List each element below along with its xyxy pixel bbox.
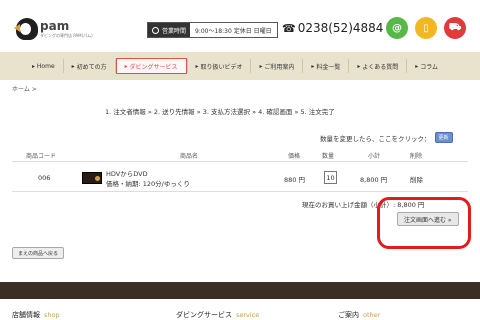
checkout-steps: 1. 注文者情報 » 2. 送り先情報 » 3. 支払方法選択 » 4. 確認画…: [105, 108, 335, 116]
footer-col-shop[interactable]: 店舗情報 shop: [12, 310, 60, 320]
qty-hint-text: 数量を変更したら、ここをクリック：: [320, 134, 431, 143]
product-subtotal: 8,800 円: [360, 176, 388, 184]
phone-number: ☎ 0238(52)4884: [282, 21, 383, 35]
delete-link[interactable]: 削除: [410, 174, 423, 184]
hours-value: 9:00～18:30 定休日 日曜日: [195, 27, 272, 35]
footer-col-title: ご案内: [338, 311, 359, 319]
update-button[interactable]: 更新: [434, 132, 453, 143]
nav-label: コラム: [420, 63, 439, 71]
hours-label: 営業時間: [148, 23, 191, 37]
site-footer: 店舗情報 shop ダビングサービス service ご案内 other: [0, 299, 480, 320]
nav-item-column[interactable]: ▸ コラム: [407, 58, 446, 74]
footer-col-other[interactable]: ご案内 other: [338, 310, 380, 320]
cart-button[interactable]: ⛟: [444, 17, 466, 39]
header-code: 商品コード: [26, 153, 57, 160]
proceed-to-order-button[interactable]: 注文画面へ進む »: [397, 212, 459, 226]
clock-icon: [152, 26, 159, 34]
brand-name: pam: [40, 19, 70, 33]
quantity-input[interactable]: 10: [324, 171, 337, 184]
nav-label: ご利用案内: [264, 63, 295, 71]
nav-label: 取り扱いビデオ: [200, 63, 243, 71]
nav-label: ダビングサービス: [129, 63, 178, 71]
quantity-update-hint: 数量を変更したら、ここをクリック： 更新: [320, 132, 453, 143]
footer-col-en: service: [236, 311, 260, 319]
telephone-icon: ☎: [282, 22, 296, 35]
cart-icon: ⛟: [448, 21, 462, 33]
footer-col-title: ダビングサービス: [176, 311, 232, 319]
header-delete: 削除: [410, 153, 423, 160]
brand-subtitle: ダビングの専門店 PAM(パム): [40, 33, 93, 38]
product-name[interactable]: HDVからDVD: [106, 168, 148, 178]
breadcrumb[interactable]: ホーム >: [12, 84, 37, 93]
product-detail: 価格・納期: 120分/ゆっくり: [106, 180, 190, 188]
nav-label: Home: [36, 62, 55, 70]
mail-button[interactable]: @: [386, 17, 408, 39]
nav-item-home[interactable]: ▸ Home: [24, 58, 63, 74]
phone-button[interactable]: ▯: [415, 17, 437, 39]
footer-col-en: shop: [44, 311, 60, 319]
site-header: pam ダビングの専門店 PAM(パム) 営業時間 9:00～18:30 定休日…: [0, 0, 480, 52]
nav-item-price-list[interactable]: ▸ 料金一覧: [303, 58, 348, 74]
nav-item-usage-guide[interactable]: ▸ ご利用案内: [251, 58, 302, 74]
nav-label: 初めての方: [76, 63, 107, 71]
table-row: 006 HDVからDVD 価格・納期: 120分/ゆっくり 880 円 10 8…: [12, 164, 468, 192]
back-to-product-button[interactable]: まえの商品へ戻る: [12, 247, 65, 259]
business-hours: 営業時間 9:00～18:30 定休日 日曜日: [147, 22, 278, 38]
header-price: 価格: [288, 153, 301, 160]
cart-table-header: 商品コード 商品名 価格 数量 小計 削除: [12, 148, 468, 162]
product-code: 006: [38, 174, 51, 182]
footer-col-en: other: [363, 311, 381, 319]
logo-beak: [14, 24, 20, 32]
footer-col-service[interactable]: ダビングサービス service: [176, 310, 259, 320]
nav-label: よくある質問: [362, 63, 399, 71]
nav-label: 料金一覧: [316, 63, 341, 71]
phone-text: 0238(52)4884: [297, 21, 384, 35]
hours-label-text: 営業時間: [162, 27, 187, 35]
site-logo[interactable]: pam ダビングの専門店 PAM(パム): [12, 12, 93, 42]
nav-item-first-time[interactable]: ▸ 初めての方: [64, 58, 115, 74]
header-subtotal: 小計: [368, 153, 381, 160]
product-thumbnail: [82, 172, 102, 184]
header-name: 商品名: [180, 153, 199, 160]
phone-icon: ▯: [423, 22, 429, 34]
nav-item-dubbing-service[interactable]: ▸ ダビングサービス: [115, 58, 187, 74]
nav-item-video-types[interactable]: ▸ 取り扱いビデオ: [188, 58, 251, 74]
product-price: 880 円: [284, 176, 305, 184]
footer-col-title: 店舗情報: [12, 311, 40, 319]
nav-item-faq[interactable]: ▸ よくある質問: [349, 58, 406, 74]
header-qty: 数量: [322, 153, 335, 160]
mail-icon: @: [392, 22, 402, 34]
main-nav: ▸ Home ▸ 初めての方 ▸ ダビングサービス ▸ 取り扱いビデオ ▸ ご利…: [0, 52, 480, 80]
footer-bar: [0, 282, 480, 299]
